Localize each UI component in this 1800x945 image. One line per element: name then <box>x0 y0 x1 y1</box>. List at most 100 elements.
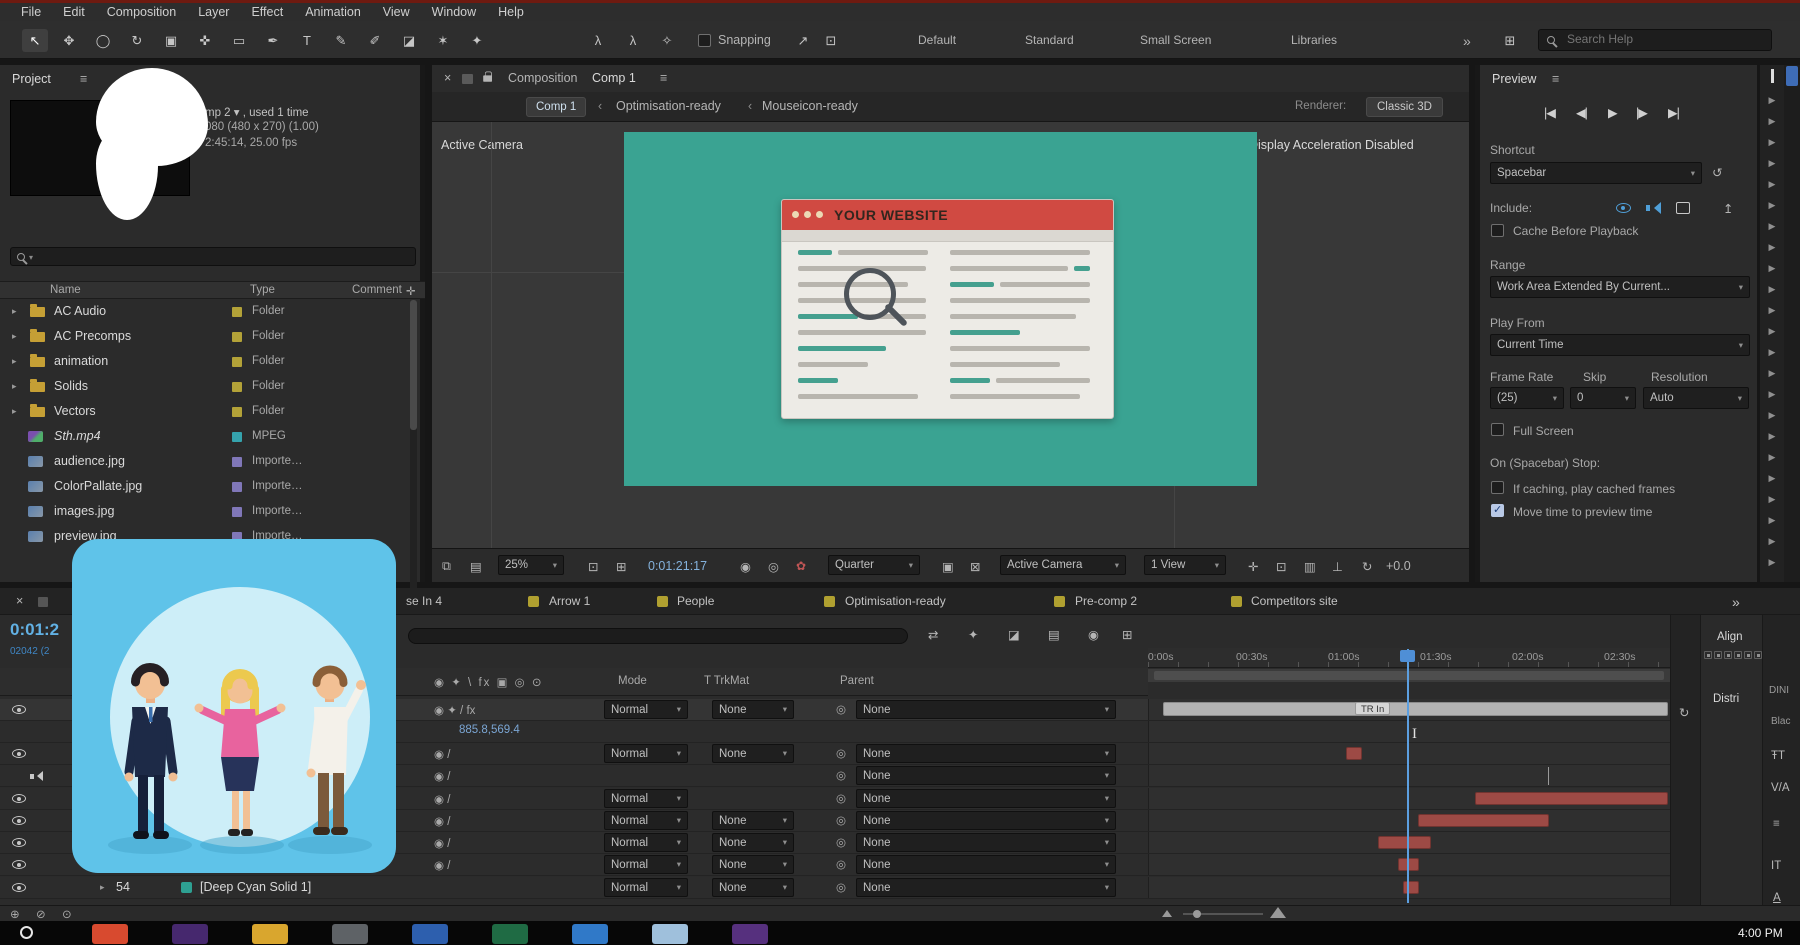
taskbar-app-icon[interactable] <box>412 924 448 944</box>
layer-switches[interactable]: ◉ / <box>434 769 450 783</box>
type-tool[interactable]: T <box>294 29 320 52</box>
kerning-panel-icon[interactable]: V/A <box>1771 782 1790 794</box>
move-time-checkbox[interactable] <box>1491 504 1504 517</box>
menu-item-layer[interactable]: Layer <box>187 5 240 19</box>
project-item-row[interactable]: ▸ Solids Folder <box>0 375 415 400</box>
reset-shortcut-icon[interactable]: ↺ <box>1712 165 1722 180</box>
exposure-value[interactable]: +0.0 <box>1386 559 1411 573</box>
trkmat-dropdown[interactable]: None▾ <box>712 855 794 874</box>
layer-switches[interactable]: ◉ / <box>434 747 450 761</box>
lock-icon[interactable] <box>483 71 493 82</box>
breadcrumb-crumb1[interactable]: Optimisation-ready <box>616 99 721 113</box>
label-swatch[interactable] <box>232 507 242 517</box>
panel-menu-icon[interactable]: ≡ <box>80 72 87 86</box>
project-item-row[interactable]: ColorPallate.jpg Importe… <box>0 475 415 500</box>
cti-handle[interactable] <box>1400 650 1415 662</box>
menu-item-effect[interactable]: Effect <box>240 5 294 19</box>
label-swatch[interactable] <box>232 332 242 342</box>
menu-item-window[interactable]: Window <box>421 5 487 19</box>
puppet-pin-tool[interactable]: ✦ <box>464 29 490 52</box>
twirl-icon[interactable]: ▸ <box>12 406 17 417</box>
audio-icon[interactable] <box>30 770 44 782</box>
work-area-region[interactable] <box>1154 671 1664 680</box>
current-time-display[interactable]: 0:01:2 <box>10 620 59 640</box>
toggle-switches-pane-icon[interactable]: ⊕ <box>10 907 20 921</box>
scrollbar-thumb[interactable] <box>410 300 417 430</box>
mode-dropdown[interactable]: Normal▾ <box>604 855 688 874</box>
layer-track[interactable] <box>1148 699 1670 720</box>
stack-label[interactable]: DINI <box>1769 685 1789 696</box>
twirl-icon[interactable]: ▸ <box>100 882 105 893</box>
project-item-row[interactable]: images.jpg Importe… <box>0 500 415 525</box>
timeline-tab[interactable]: Pre-comp 2 <box>1075 594 1137 608</box>
column-type[interactable]: Type <box>250 284 275 296</box>
label-swatch[interactable] <box>232 307 242 317</box>
axis-mode-icon[interactable]: ✛ <box>1248 559 1258 574</box>
pan-behind-tool[interactable]: ✜ <box>192 29 218 52</box>
close-icon[interactable]: × <box>16 594 23 608</box>
skip-dropdown[interactable]: 0 ▾ <box>1570 387 1636 409</box>
layer-track[interactable] <box>1148 854 1670 875</box>
parent-dropdown[interactable]: None▾ <box>856 744 1116 763</box>
taskbar-app-icon[interactable] <box>572 924 608 944</box>
toggle-inout-pane-icon[interactable]: ⊙ <box>62 907 72 921</box>
camera-tool[interactable]: ▣ <box>158 29 184 52</box>
eye-icon[interactable] <box>12 860 26 869</box>
workspace-standard[interactable]: Standard <box>1025 33 1074 47</box>
range-dropdown[interactable]: Work Area Extended By Current... ▾ <box>1490 276 1750 298</box>
layer-track[interactable] <box>1148 765 1670 786</box>
paragraph-panel-icon[interactable]: ≡ <box>1773 818 1780 830</box>
trkmat-dropdown[interactable]: None▾ <box>712 878 794 897</box>
cache-before-playback-checkbox[interactable] <box>1491 224 1504 237</box>
start-button[interactable] <box>20 926 33 939</box>
snapshot-icon[interactable]: ◉ <box>740 559 751 574</box>
align-bottom-icon[interactable] <box>1754 651 1762 659</box>
twirl-icon[interactable]: ▸ <box>12 306 17 317</box>
parent-dropdown[interactable]: None▾ <box>856 789 1116 808</box>
composition-tab-label[interactable]: Composition <box>508 71 577 85</box>
layer-track[interactable] <box>1148 877 1670 898</box>
workspace-libraries[interactable]: Libraries <box>1291 33 1337 47</box>
zoom-tool[interactable]: ◯ <box>90 29 116 52</box>
eraser-tool[interactable]: ◪ <box>396 29 422 52</box>
eye-icon[interactable] <box>12 883 26 892</box>
eye-icon[interactable] <box>12 816 26 825</box>
show-snapshot-icon[interactable]: ◎ <box>768 559 779 574</box>
breadcrumb-crumb2[interactable]: Mouseicon-ready <box>762 99 858 113</box>
panel-menu-icon[interactable]: ≡ <box>660 71 667 85</box>
composition-viewer[interactable]: Active Camera Display Acceleration Disab… <box>432 122 1469 548</box>
draft-3d-icon[interactable]: ✦ <box>968 627 978 642</box>
previous-frame-button[interactable]: ◀| <box>1576 105 1587 120</box>
share-icon[interactable]: ↥ <box>1723 201 1733 216</box>
preview-panel-title[interactable]: Preview <box>1492 72 1536 86</box>
timeline-tab[interactable]: Competitors site <box>1251 594 1338 608</box>
panel-drag-handle[interactable] <box>1771 69 1774 83</box>
first-frame-button[interactable]: |◀ <box>1544 105 1555 120</box>
baseline-panel-icon[interactable]: A <box>1773 892 1781 904</box>
trkmat-dropdown[interactable]: None▾ <box>712 811 794 830</box>
menu-item-help[interactable]: Help <box>487 5 535 19</box>
snap-to-features-icon[interactable]: ⊡ <box>818 29 844 52</box>
taskbar-app-icon[interactable] <box>172 924 208 944</box>
layer-switches[interactable]: ◉ / <box>434 836 450 850</box>
solid-color-swatch[interactable] <box>181 882 192 893</box>
parent-dropdown[interactable]: None▾ <box>856 766 1116 785</box>
menu-item-animation[interactable]: Animation <box>294 5 372 19</box>
taskbar-app-icon[interactable] <box>252 924 288 944</box>
collapsed-panel-arrows[interactable] <box>1760 65 1784 582</box>
refresh-icon[interactable]: ↻ <box>1679 705 1689 720</box>
menu-item-composition[interactable]: Composition <box>96 5 187 19</box>
project-item-row[interactable]: ▸ AC Audio Folder <box>0 300 415 325</box>
mode-column-header[interactable]: Mode <box>618 675 647 687</box>
roto-brush-tool[interactable]: ✶ <box>430 29 456 52</box>
snap-along-edges-icon[interactable]: ↗ <box>790 29 816 52</box>
position-value[interactable]: 885.8,569.4 <box>459 724 520 736</box>
include-overlays-icon[interactable] <box>1676 202 1690 214</box>
mode-dropdown[interactable]: Normal▾ <box>604 833 688 852</box>
composition-mini-flowchart-icon[interactable]: ⇄ <box>928 627 938 642</box>
character-panel-icon[interactable]: ŦT <box>1771 750 1785 762</box>
parent-dropdown[interactable]: None▾ <box>856 855 1116 874</box>
help-search-box[interactable] <box>1538 29 1772 51</box>
twirl-icon[interactable]: ▸ <box>12 331 17 342</box>
region-of-interest-icon[interactable]: ⊡ <box>588 559 598 574</box>
